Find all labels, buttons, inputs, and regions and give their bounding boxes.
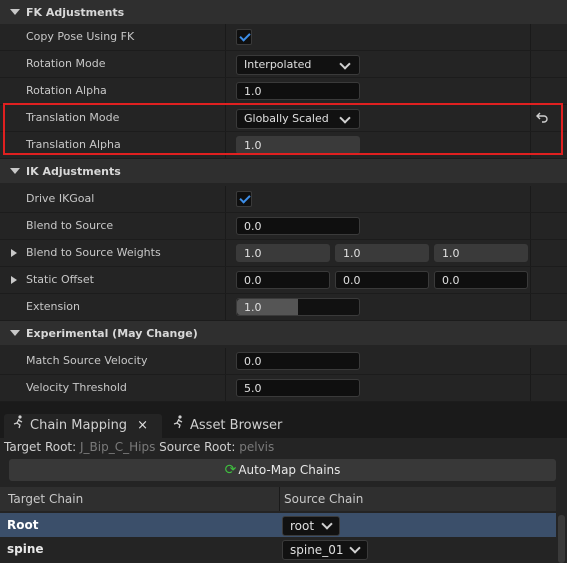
velocity-threshold-label: Velocity Threshold xyxy=(26,381,127,394)
extension-value: 1.0 xyxy=(244,301,262,314)
copy-pose-checkbox[interactable] xyxy=(236,29,252,45)
extension-slider[interactable]: 1.0 xyxy=(236,298,360,316)
close-icon[interactable]: × xyxy=(137,418,148,433)
static-offset-label: Static Offset xyxy=(26,273,94,286)
drive-ikgoal-checkbox[interactable] xyxy=(236,191,252,207)
target-chain-name: Root xyxy=(7,518,39,532)
chain-table-header: Target Chain Source Chain xyxy=(0,487,556,511)
blend-to-source-value: 0.0 xyxy=(244,220,262,233)
static-offset-z-field[interactable]: 0.0 xyxy=(434,271,528,289)
blend-to-source-label: Blend to Source xyxy=(26,219,114,232)
target-chain-name: spine xyxy=(7,542,44,556)
target-root-value: J_Bip_C_Hips xyxy=(80,440,156,454)
static-offset-z-value: 0.0 xyxy=(442,274,460,287)
source-root-value: pelvis xyxy=(239,440,275,454)
blend-weight-z-value: 1.0 xyxy=(442,247,460,260)
tab-asset-browser[interactable]: Asset Browser xyxy=(164,414,294,438)
translation-mode-value: Globally Scaled xyxy=(244,112,329,125)
row-translation-alpha: Translation Alpha 1.0 xyxy=(0,132,567,159)
velocity-threshold-value: 5.0 xyxy=(244,382,262,395)
reset-to-default-icon[interactable] xyxy=(536,111,548,123)
static-offset-x-field[interactable]: 0.0 xyxy=(236,271,330,289)
row-rotation-mode: Rotation Mode Interpolated xyxy=(0,51,567,78)
translation-alpha-field[interactable]: 1.0 xyxy=(236,136,360,154)
target-root-label: Target Root: xyxy=(4,440,77,454)
section-title: Experimental (May Change) xyxy=(26,326,198,340)
blend-weight-y-value: 1.0 xyxy=(343,247,361,260)
collapse-arrow-icon[interactable] xyxy=(10,9,20,15)
tab-label: Asset Browser xyxy=(190,418,283,433)
blend-weight-z-field[interactable]: 1.0 xyxy=(434,244,528,262)
auto-map-chains-button[interactable]: ⟳ Auto-Map Chains xyxy=(9,459,556,481)
column-target-chain[interactable]: Target Chain xyxy=(8,487,83,511)
static-offset-y-field[interactable]: 0.0 xyxy=(335,271,429,289)
row-blend-to-source-weights: Blend to Source Weights 1.0 1.0 1.0 xyxy=(0,240,567,267)
rotation-alpha-value: 1.0 xyxy=(244,85,262,98)
static-offset-x-value: 0.0 xyxy=(244,274,262,287)
row-rotation-alpha: Rotation Alpha 1.0 xyxy=(0,78,567,105)
row-blend-to-source: Blend to Source 0.0 xyxy=(0,213,567,240)
section-ik-adjustments[interactable]: IK Adjustments xyxy=(0,159,567,183)
match-source-velocity-value: 0.0 xyxy=(244,355,262,368)
details-panel: FK Adjustments Copy Pose Using FK Rotati… xyxy=(0,0,567,402)
collapse-arrow-icon[interactable] xyxy=(10,330,20,336)
source-chain-value: spine_01 xyxy=(290,543,344,557)
tab-chain-mapping[interactable]: Chain Mapping × xyxy=(4,414,162,438)
section-experimental[interactable]: Experimental (May Change) xyxy=(0,321,567,345)
source-chain-dropdown[interactable]: spine_01 xyxy=(282,540,368,560)
source-chain-dropdown[interactable]: root xyxy=(282,516,340,536)
section-title: IK Adjustments xyxy=(26,164,121,178)
rotation-mode-dropdown[interactable]: Interpolated xyxy=(236,55,360,75)
source-chain-value: root xyxy=(290,519,315,533)
row-drive-ikgoal: Drive IKGoal xyxy=(0,186,567,213)
chevron-down-icon xyxy=(339,58,351,70)
row-velocity-threshold: Velocity Threshold 5.0 xyxy=(0,375,567,402)
rotation-mode-value: Interpolated xyxy=(244,58,312,71)
static-offset-y-value: 0.0 xyxy=(343,274,361,287)
table-row[interactable]: Root root xyxy=(0,513,556,537)
rotation-mode-label: Rotation Mode xyxy=(26,57,106,70)
scrollbar[interactable] xyxy=(558,515,565,563)
chevron-down-icon xyxy=(321,518,333,530)
translation-mode-label: Translation Mode xyxy=(26,111,120,124)
expand-arrow-icon[interactable] xyxy=(11,276,17,284)
row-static-offset: Static Offset 0.0 0.0 0.0 xyxy=(0,267,567,294)
expand-arrow-icon[interactable] xyxy=(11,249,17,257)
tab-label: Chain Mapping xyxy=(30,418,128,433)
row-copy-pose: Copy Pose Using FK xyxy=(0,24,567,51)
blend-to-source-field[interactable]: 0.0 xyxy=(236,217,360,235)
chevron-down-icon xyxy=(339,112,351,124)
translation-mode-dropdown[interactable]: Globally Scaled xyxy=(236,109,360,129)
blend-weight-y-field[interactable]: 1.0 xyxy=(335,244,429,262)
extension-label: Extension xyxy=(26,300,81,313)
bottom-tab-bar: Chain Mapping × Asset Browser xyxy=(0,412,567,438)
copy-pose-label: Copy Pose Using FK xyxy=(26,30,135,43)
column-source-chain[interactable]: Source Chain xyxy=(284,487,363,511)
collapse-arrow-icon[interactable] xyxy=(10,168,20,174)
roots-info: Target Root: J_Bip_C_Hips Source Root: p… xyxy=(4,439,274,455)
translation-alpha-label: Translation Alpha xyxy=(26,138,121,151)
row-match-source-velocity: Match Source Velocity 0.0 xyxy=(0,348,567,375)
match-source-velocity-label: Match Source Velocity xyxy=(26,354,148,367)
auto-map-label: Auto-Map Chains xyxy=(238,463,341,477)
section-fk-adjustments[interactable]: FK Adjustments xyxy=(0,0,567,24)
blend-weight-x-value: 1.0 xyxy=(244,247,262,260)
rotation-alpha-field[interactable]: 1.0 xyxy=(236,82,360,100)
chevron-down-icon xyxy=(349,542,361,554)
drive-ikgoal-label: Drive IKGoal xyxy=(26,192,95,205)
blend-weights-label: Blend to Source Weights xyxy=(26,246,161,259)
source-root-label: Source Root: xyxy=(159,440,236,454)
blend-weight-x-field[interactable]: 1.0 xyxy=(236,244,330,262)
refresh-icon: ⟳ xyxy=(224,462,237,478)
translation-alpha-value: 1.0 xyxy=(244,139,262,152)
running-figure-icon xyxy=(172,414,186,438)
velocity-threshold-field[interactable]: 5.0 xyxy=(236,379,360,397)
rotation-alpha-label: Rotation Alpha xyxy=(26,84,107,97)
section-title: FK Adjustments xyxy=(26,5,125,19)
running-figure-icon xyxy=(12,414,26,438)
match-source-velocity-field[interactable]: 0.0 xyxy=(236,352,360,370)
table-row[interactable]: spine spine_01 xyxy=(0,537,556,561)
row-translation-mode: Translation Mode Globally Scaled xyxy=(0,105,567,132)
row-extension: Extension 1.0 xyxy=(0,294,567,321)
